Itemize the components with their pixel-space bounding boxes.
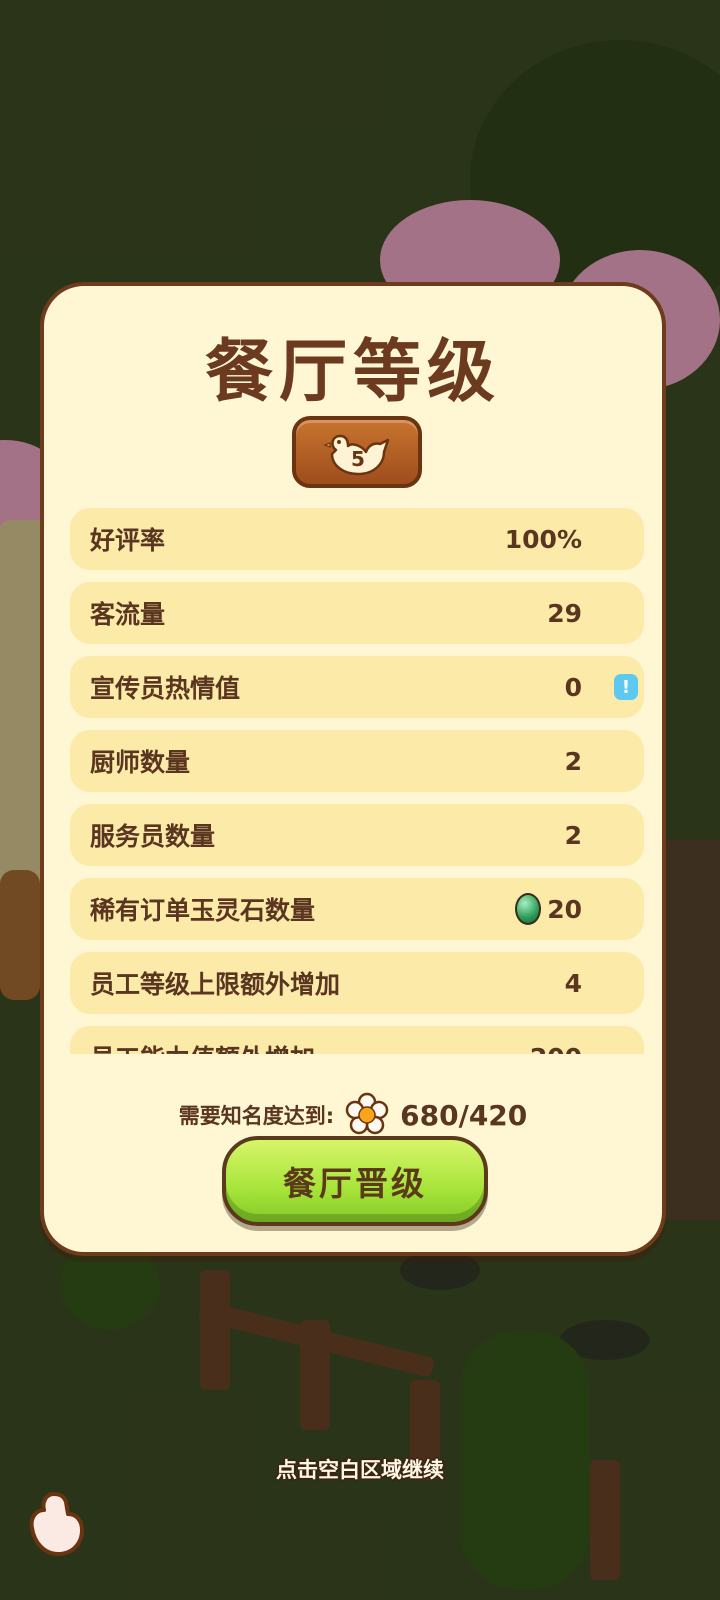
stats-list[interactable]: 好评率 100% 客流量 29 宣传员热情值 0 ! 厨师数量 2 服务员数量 …: [70, 508, 644, 1054]
requirement-value: 680/420: [400, 1098, 528, 1132]
stat-label: 宣传员热情值: [90, 674, 241, 703]
flower-icon: [345, 1092, 389, 1135]
fame-requirement: 需要知名度达到: 680/420: [44, 1092, 662, 1138]
stat-value: 100%: [504, 524, 582, 554]
bird-icon: 5: [323, 434, 390, 476]
back-hand-icon[interactable]: [24, 1488, 88, 1560]
stat-label: 好评率: [90, 526, 166, 555]
level-number: 5: [351, 447, 365, 471]
stat-value: 2: [564, 746, 582, 776]
stat-row-rare-order-gems: 稀有订单玉灵石数量 20: [70, 878, 644, 940]
stat-value: 20: [547, 894, 582, 924]
level-badge: 5: [292, 416, 422, 488]
stat-value: 200: [530, 1043, 582, 1055]
requirement-label: 需要知名度达到:: [178, 1104, 335, 1128]
stat-label: 员工能力值额外增加: [90, 1039, 315, 1054]
stat-label: 服务员数量: [90, 822, 216, 851]
stat-row-chef-count: 厨师数量 2: [70, 730, 644, 792]
stat-value-with-gem: 20: [515, 893, 582, 925]
stat-row-promoter-enthusiasm: 宣传员热情值 0 !: [70, 656, 644, 718]
stat-value: 0: [564, 672, 582, 702]
stat-label: 稀有订单玉灵石数量: [90, 896, 316, 925]
stat-row-staff-ability: 员工能力值额外增加 200: [70, 1026, 644, 1054]
tap-to-continue-hint: 点击空白区域继续: [276, 1458, 444, 1482]
stat-row-rating: 好评率 100%: [70, 508, 644, 570]
stat-label: 厨师数量: [90, 748, 191, 777]
restaurant-level-dialog: 餐厅等级 5 好评率 100% 客流量 29 宣传员热情值 0 ! 厨师数量 2…: [40, 282, 666, 1256]
info-icon[interactable]: !: [614, 674, 638, 700]
stat-row-staff-level-cap: 员工等级上限额外增加 4: [70, 952, 644, 1014]
stat-value: 29: [547, 598, 582, 628]
stat-row-customer-flow: 客流量 29: [70, 582, 644, 644]
stat-value: 4: [564, 968, 582, 998]
upgrade-restaurant-button[interactable]: 餐厅晋级: [222, 1136, 488, 1226]
stat-row-waiter-count: 服务员数量 2: [70, 804, 644, 866]
stat-label: 员工等级上限额外增加: [90, 970, 341, 999]
stat-label: 客流量: [90, 600, 166, 629]
stat-value: 2: [564, 820, 582, 850]
jade-gem-icon: [515, 893, 542, 925]
dialog-title: 餐厅等级: [204, 333, 501, 412]
